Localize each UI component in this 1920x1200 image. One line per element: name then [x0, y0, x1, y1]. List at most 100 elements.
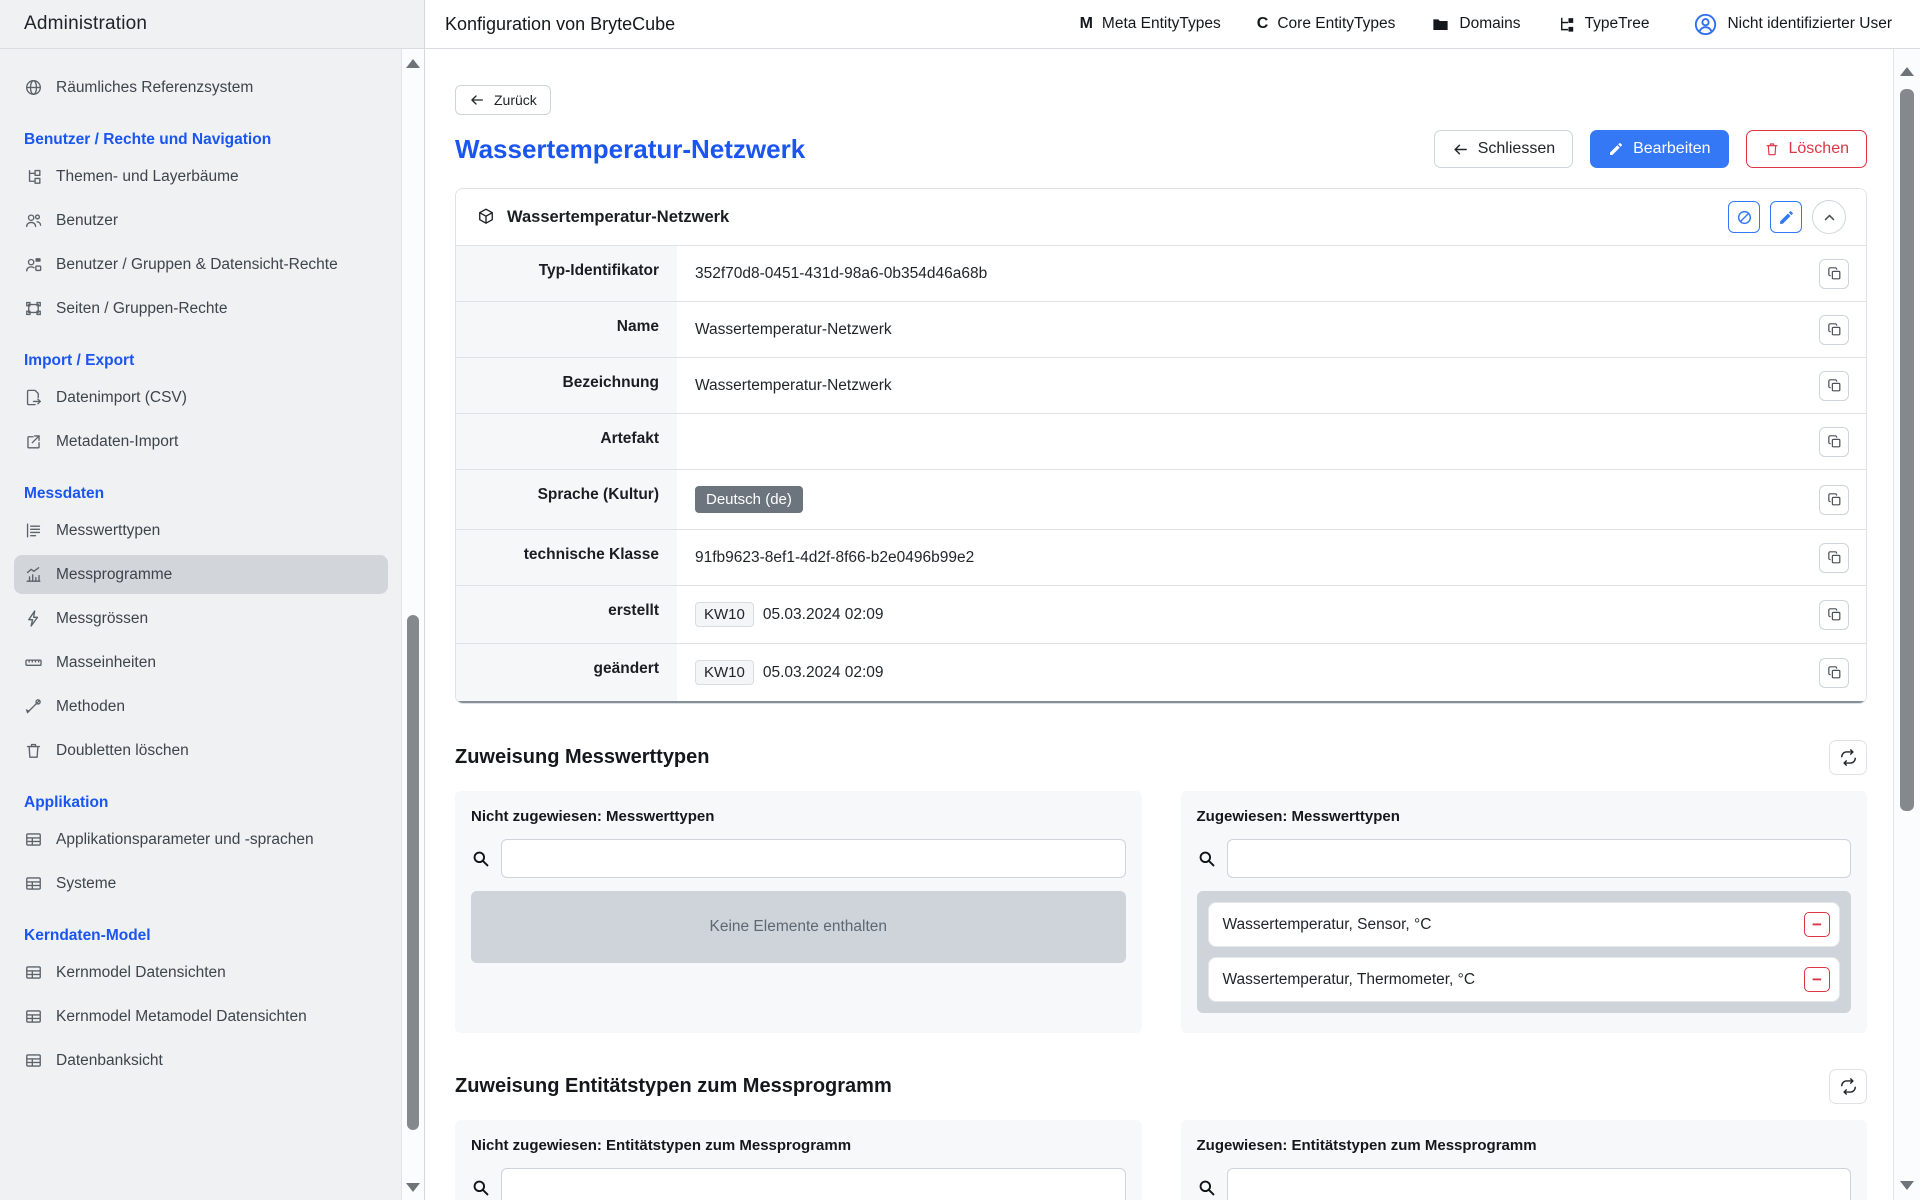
sidebar-item-label: Applikationsparameter und -sprachen: [56, 828, 314, 851]
nav-user[interactable]: Nicht identifizierter User: [1693, 12, 1892, 37]
search-input[interactable]: [1227, 839, 1852, 878]
assigned-panel-entitaetstypen: Zugewiesen: Entitätstypen zum Messprogra…: [1181, 1120, 1868, 1200]
scroll-up-arrow[interactable]: [406, 59, 420, 68]
copy-button[interactable]: [1819, 427, 1849, 457]
table-icon: [24, 963, 43, 982]
sidebar-item-metadaten-import[interactable]: Metadaten-Import: [14, 422, 388, 461]
sidebar-item-doubletten-loeschen[interactable]: Doubletten löschen: [14, 731, 388, 770]
card-title: Wassertemperatur-Netzwerk: [507, 208, 729, 227]
refresh-button[interactable]: [1829, 1069, 1867, 1104]
sidebar-item-label: Themen- und Layerbäume: [56, 165, 239, 188]
sidebar-item-label: Systeme: [56, 872, 116, 895]
ruler-icon: [24, 653, 43, 672]
scroll-up-arrow[interactable]: [1900, 67, 1914, 76]
arrow-left-icon: [469, 92, 485, 108]
copy-button[interactable]: [1819, 485, 1849, 515]
search-input[interactable]: [501, 1168, 1126, 1200]
nav-domains[interactable]: Domains: [1431, 15, 1520, 34]
chevron-up-icon: [1820, 208, 1839, 227]
sidebar-item-datenimport-csv[interactable]: Datenimport (CSV): [14, 378, 388, 417]
row-label: Typ-Identifikator: [456, 246, 677, 301]
sidebar-item-label: Methoden: [56, 695, 125, 718]
sidebar-item-datenbanksicht[interactable]: Datenbanksicht: [14, 1041, 388, 1080]
nav-label: Domains: [1459, 15, 1520, 33]
scroll-down-arrow[interactable]: [406, 1183, 420, 1192]
sidebar-item-messprogramme[interactable]: Messprogramme: [14, 555, 388, 594]
table-row: erstellt KW10 05.03.2024 02:09: [456, 585, 1866, 643]
section-title-messwerttypen: Zuweisung Messwerttypen: [455, 746, 710, 769]
search-input[interactable]: [1227, 1168, 1852, 1200]
copy-button[interactable]: [1819, 600, 1849, 630]
delete-button[interactable]: Löschen: [1746, 130, 1868, 168]
main-top-bar: Konfiguration von BryteCube M Meta Entit…: [425, 0, 1920, 48]
remove-item-button[interactable]: −: [1804, 912, 1830, 937]
arrow-left-icon: [1452, 141, 1469, 158]
sidebar-item-messwerttypen[interactable]: Messwerttypen: [14, 511, 388, 550]
list-icon: [24, 521, 43, 540]
sidebar-item-kernmodel-datensichten[interactable]: Kernmodel Datensichten: [14, 953, 388, 992]
copy-button[interactable]: [1819, 543, 1849, 573]
nav-meta-entitytypes[interactable]: M Meta EntityTypes: [1080, 15, 1221, 33]
scroll-down-arrow[interactable]: [1900, 1181, 1914, 1190]
table-row: geändert KW10 05.03.2024 02:09: [456, 643, 1866, 703]
sidebar-scroll-thumb[interactable]: [407, 615, 419, 1130]
file-export-icon: [24, 388, 43, 407]
sidebar-item-themen-layerbaeume[interactable]: Themen- und Layerbäume: [14, 157, 388, 196]
copy-button[interactable]: [1819, 259, 1849, 289]
sidebar-item-raeumliches-referenzsystem[interactable]: Räumliches Referenzsystem: [14, 68, 388, 107]
sidebar-item-benutzer-gruppen-rechte[interactable]: Benutzer / Gruppen & Datensicht-Rechte: [14, 245, 366, 284]
sidebar-item-label: Räumliches Referenzsystem: [56, 76, 253, 99]
list-item-label: Wassertemperatur, Sensor, °C: [1223, 916, 1432, 934]
sidebar-item-label: Metadaten-Import: [56, 430, 178, 453]
copy-icon: [1826, 549, 1843, 566]
remove-item-button[interactable]: −: [1804, 967, 1830, 992]
search-input[interactable]: [501, 839, 1126, 878]
empty-list-message: Keine Elemente enthalten: [471, 891, 1126, 963]
slash-circle-icon: [1735, 208, 1754, 227]
table-row: Name Wassertemperatur-Netzwerk: [456, 301, 1866, 357]
close-button[interactable]: Schliessen: [1434, 130, 1573, 168]
sidebar-item-label: Datenimport (CSV): [56, 386, 187, 409]
refresh-icon: [1839, 748, 1858, 767]
meta-letter-icon: M: [1080, 15, 1093, 33]
calendar-week-badge: KW10: [695, 602, 754, 627]
copy-button[interactable]: [1819, 315, 1849, 345]
nav-label: TypeTree: [1585, 15, 1650, 33]
chart-icon: [24, 565, 43, 584]
sidebar-item-kernmodel-metamodel[interactable]: Kernmodel Metamodel Datensichten: [14, 997, 388, 1036]
back-button[interactable]: Zurück: [455, 85, 551, 115]
sidebar-item-masseinheiten[interactable]: Masseinheiten: [14, 643, 388, 682]
nav-core-entitytypes[interactable]: C Core EntityTypes: [1257, 15, 1396, 33]
layer-tree-icon: [24, 167, 43, 186]
page-scroll-thumb[interactable]: [1900, 89, 1914, 811]
sidebar-item-seiten-gruppen-rechte[interactable]: Seiten / Gruppen-Rechte: [14, 289, 388, 328]
table-row: Artefakt: [456, 413, 1866, 469]
sidebar-item-applikationsparameter[interactable]: Applikationsparameter und -sprachen: [14, 820, 388, 859]
sidebar-section-import-export: Import / Export: [12, 352, 390, 370]
copy-icon: [1826, 491, 1843, 508]
copy-button[interactable]: [1819, 371, 1849, 401]
copy-button[interactable]: [1819, 658, 1849, 688]
page-scrollbar[interactable]: [1893, 49, 1920, 1200]
nav-label: Meta EntityTypes: [1102, 15, 1221, 33]
nav-typetree[interactable]: TypeTree: [1557, 15, 1650, 34]
edit-button[interactable]: Bearbeiten: [1590, 130, 1728, 168]
sidebar-item-systeme[interactable]: Systeme: [14, 864, 388, 903]
hide-empty-fields-button[interactable]: [1728, 201, 1760, 233]
copy-icon: [1826, 377, 1843, 394]
sidebar-section-applikation: Applikation: [12, 794, 390, 812]
sidebar-scrollbar[interactable]: [401, 49, 424, 1200]
sidebar-item-methoden[interactable]: Methoden: [14, 687, 388, 726]
page-actions: Schliessen Bearbeiten Löschen: [1434, 130, 1867, 168]
sidebar-item-benutzer[interactable]: Benutzer: [14, 201, 388, 240]
search-icon: [471, 849, 490, 868]
nav-label: Core EntityTypes: [1277, 15, 1395, 33]
users-icon: [24, 211, 43, 230]
user-label: Nicht identifizierter User: [1727, 15, 1892, 33]
edit-card-button[interactable]: [1770, 201, 1802, 233]
collapse-card-button[interactable]: [1812, 200, 1846, 234]
refresh-button[interactable]: [1829, 740, 1867, 775]
table-icon: [24, 874, 43, 893]
row-label: Bezeichnung: [456, 358, 677, 413]
sidebar-item-messgroessen[interactable]: Messgrössen: [14, 599, 388, 638]
